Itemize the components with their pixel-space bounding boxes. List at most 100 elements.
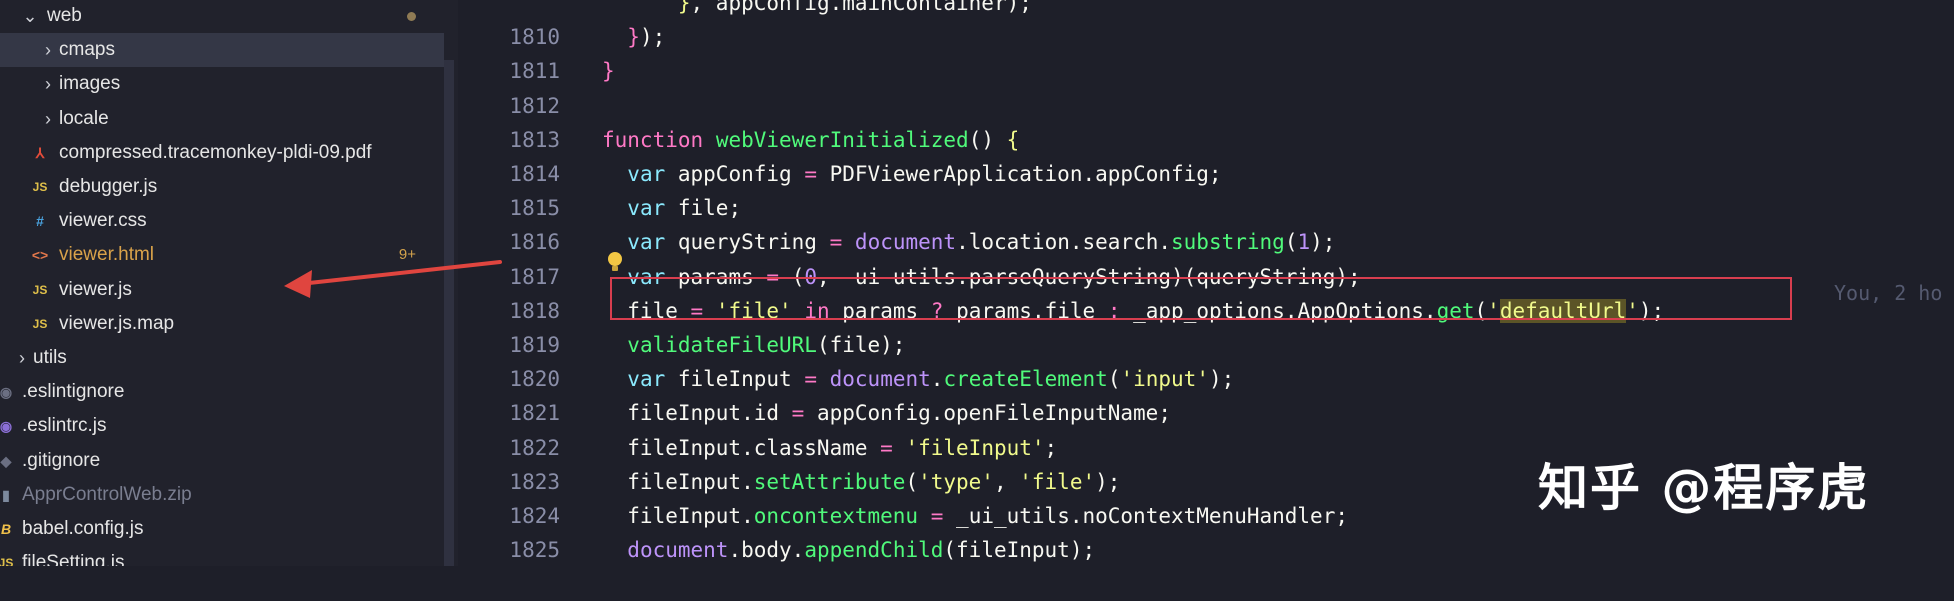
tree-item-label: ApprControlWeb.zip <box>22 484 192 505</box>
code-line[interactable]: 1810 }); <box>458 20 1954 54</box>
tree-item-label: viewer.html <box>59 244 155 265</box>
code-text: } <box>602 59 615 83</box>
code-text: }); <box>627 25 666 49</box>
tree-item-label: .gitignore <box>22 450 101 471</box>
tree-file-eslintignore[interactable]: ◉ .eslintignore <box>0 375 444 409</box>
line-number: 1825 <box>509 538 560 562</box>
line-number: 1812 <box>509 94 560 118</box>
tree-folder-locale[interactable]: › locale <box>0 102 444 136</box>
tree-file-debugger-js[interactable]: JS debugger.js <box>0 170 444 204</box>
line-number: 1811 <box>509 59 560 83</box>
code-text: validateFileURL(file); <box>627 333 906 357</box>
line-number: 1817 <box>509 265 560 289</box>
tree-file-viewer-css[interactable]: # viewer.css <box>0 204 444 238</box>
pdf-file-icon: ⅄ <box>35 145 45 161</box>
code-text: fileInput.className = 'fileInput'; <box>602 436 1058 460</box>
code-line[interactable]: 1811} <box>458 54 1954 88</box>
code-text: var fileInput = document.createElement('… <box>627 367 1235 391</box>
code-line[interactable]: 1819 validateFileURL(file); <box>458 328 1954 362</box>
tree-item-label: cmaps <box>59 39 115 60</box>
code-line[interactable]: 1825 document.body.appendChild(fileInput… <box>458 533 1954 567</box>
tree-item-label: viewer.js.map <box>59 313 175 334</box>
line-number: 1814 <box>509 162 560 186</box>
tree-folder-utils[interactable]: › utils <box>0 341 444 375</box>
chevron-down-icon: ⌄ <box>22 6 38 26</box>
js-file-icon: JS <box>0 556 14 566</box>
line-number: 1816 <box>509 230 560 254</box>
lightbulb-icon[interactable] <box>606 251 624 273</box>
tree-item-label: compressed.tracemonkey-pldi-09.pdf <box>59 142 372 163</box>
line-number: 1820 <box>509 367 560 391</box>
tree-item-label: babel.config.js <box>22 518 144 539</box>
tree-item-label: web <box>47 5 82 26</box>
line-number: 1810 <box>509 25 560 49</box>
tree-file-viewer-html[interactable]: <> viewer.html 9+ <box>0 238 444 272</box>
code-text: function webViewerInitialized() { <box>602 128 1020 152</box>
tree-folder-images[interactable]: › images <box>0 67 444 101</box>
tree-folder-web[interactable]: ⌄ web <box>0 0 444 33</box>
code-line[interactable]: 1821 fileInput.id = appConfig.openFileIn… <box>458 396 1954 430</box>
js-file-icon: JS <box>32 180 48 194</box>
tree-folder-cmaps[interactable]: › cmaps <box>0 33 444 67</box>
git-file-icon: ◆ <box>0 453 12 469</box>
tree-item-label: utils <box>33 347 67 368</box>
code-text: var appConfig = PDFViewerApplication.app… <box>627 162 1222 186</box>
tree-file-eslintrc[interactable]: ◉ .eslintrc.js <box>0 409 444 443</box>
tree-item-label: debugger.js <box>59 176 158 197</box>
html-file-icon: <> <box>31 247 49 263</box>
line-number: 1824 <box>509 504 560 528</box>
tree-file-babel-config[interactable]: Bbabel.config.js <box>0 512 444 546</box>
chevron-right-icon: › <box>45 109 51 129</box>
line-number: 1813 <box>509 128 560 152</box>
config-file-icon: ◉ <box>0 384 13 400</box>
code-line[interactable]: 1815 var file; <box>458 191 1954 225</box>
tree-item-label: .eslintignore <box>22 381 125 402</box>
file-explorer: ⌄ web › cmaps › images › locale ⅄ compressed.trac… <box>0 0 458 566</box>
code-line[interactable] <box>458 567 1954 601</box>
problem-count-badge: 9+ <box>398 246 416 263</box>
git-blame-annotation: You, 2 ho <box>1834 281 1943 305</box>
line-number: 1815 <box>509 196 560 220</box>
css-file-icon: # <box>36 213 44 229</box>
code-line[interactable]: 1813 function webViewerInitialized() { <box>458 123 1954 157</box>
line-number: 1822 <box>509 436 560 460</box>
tree-file-gitignore[interactable]: ◆ .gitignore <box>0 444 444 478</box>
chevron-right-icon: › <box>45 74 51 94</box>
code-line[interactable]: }, appConfig.mainContainer); <box>458 0 1954 20</box>
zip-file-icon: ▮ <box>2 487 10 503</box>
tree-file-viewer-js-map[interactable]: JS viewer.js.map <box>0 307 444 341</box>
tree-file-filesetting[interactable]: JS fileSetting.js <box>0 546 444 566</box>
code-text: }, appConfig.mainContainer); <box>677 0 1032 15</box>
chevron-right-icon: › <box>45 40 51 60</box>
line-number: 1818 <box>509 299 560 323</box>
annotation-highlight-box <box>610 277 1792 320</box>
tree-item-label: fileSetting.js <box>22 552 125 566</box>
code-line[interactable]: 1816 var queryString = document.location… <box>458 225 1954 259</box>
line-number: 1821 <box>509 401 560 425</box>
tree-item-label: images <box>59 73 121 94</box>
tree-file-zip[interactable]: ▮ ApprControlWeb.zip <box>0 478 444 512</box>
js-file-icon: JS <box>32 317 48 331</box>
tree-item-label: viewer.css <box>59 210 147 231</box>
code-text: document.body.appendChild(fileInput); <box>627 538 1096 562</box>
tree-item-label: viewer.js <box>59 279 132 300</box>
tree-file-viewer-js[interactable]: JS viewer.js <box>0 273 444 307</box>
modified-dot-icon <box>407 12 416 21</box>
babel-file-icon: B <box>0 521 12 537</box>
chevron-right-icon: › <box>19 348 25 368</box>
code-text: var file; <box>627 196 742 220</box>
line-number: 1819 <box>509 333 560 357</box>
tree-file-pdf[interactable]: ⅄ compressed.tracemonkey-pldi-09.pdf <box>0 136 444 170</box>
code-line[interactable]: 1814 var appConfig = PDFViewerApplicatio… <box>458 157 1954 191</box>
tree-item-label: locale <box>59 108 109 129</box>
code-line[interactable]: 1812 <box>458 89 1954 123</box>
js-file-icon: JS <box>32 283 48 297</box>
code-text: fileInput.id = appConfig.openFileInputNa… <box>602 401 1171 425</box>
config-file-icon: ◉ <box>0 418 13 434</box>
line-number: 1823 <box>509 470 560 494</box>
watermark: 知乎 @程序虎 <box>1538 459 1870 517</box>
code-text: fileInput.oncontextmenu = _ui_utils.noCo… <box>602 504 1348 528</box>
code-line[interactable]: 1820 var fileInput = document.createElem… <box>458 362 1954 396</box>
code-text: var queryString = document.location.sear… <box>627 230 1336 254</box>
explorer-scrollbar[interactable] <box>444 60 454 566</box>
